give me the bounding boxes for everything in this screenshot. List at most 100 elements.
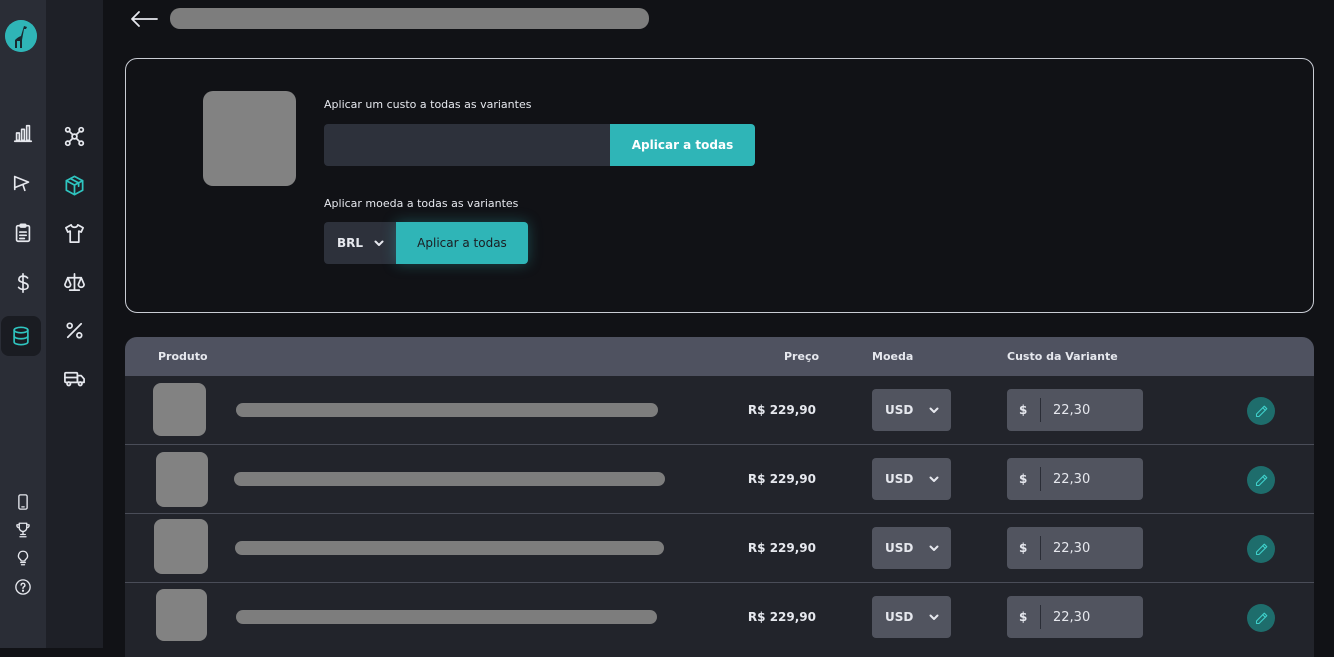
currency-symbol: $: [1019, 403, 1028, 417]
chevron-down-icon: [373, 237, 385, 249]
cost-label: Aplicar um custo a todas as variantes: [324, 98, 532, 111]
cost-divider: [1040, 467, 1041, 491]
table-row: R$ 229,90 USD $: [125, 445, 1314, 514]
rail-analytics[interactable]: [0, 115, 46, 151]
variant-currency-select[interactable]: USD: [872, 596, 951, 638]
chevron-down-icon: [928, 404, 940, 416]
package-icon: [65, 175, 84, 195]
rail-orders[interactable]: [0, 215, 46, 251]
subnav-taxes[interactable]: [46, 313, 103, 347]
variant-cost-input[interactable]: [1053, 470, 1135, 488]
variant-cost-field: $: [1007, 527, 1143, 569]
giraffe-logo-icon: [5, 20, 37, 52]
chevron-down-icon: [928, 542, 940, 554]
variant-image-placeholder: [156, 452, 208, 507]
variant-currency-select[interactable]: USD: [872, 389, 951, 431]
percent-icon: [66, 321, 83, 339]
subnav-pricing[interactable]: [46, 265, 103, 299]
variant-price: R$ 229,90: [747, 541, 816, 555]
cost-divider: [1040, 398, 1041, 422]
edit-variant-button[interactable]: [1247, 466, 1275, 494]
bulk-currency-select[interactable]: BRL: [324, 222, 396, 264]
rail-catalog[interactable]: [1, 316, 41, 356]
header-product: Produto: [158, 350, 208, 363]
clipboard-icon: [15, 223, 31, 243]
variant-cost-field: $: [1007, 596, 1143, 638]
variant-cost-input[interactable]: [1053, 539, 1135, 557]
subnav-integrations[interactable]: [46, 119, 103, 153]
variant-price: R$ 229,90: [747, 403, 816, 417]
bar-chart-icon: [13, 124, 33, 143]
rail-help[interactable]: [0, 569, 46, 605]
variant-name-placeholder: [236, 403, 658, 417]
subnav-products[interactable]: [46, 168, 103, 202]
brand-logo[interactable]: [5, 20, 37, 52]
product-image-placeholder: [203, 91, 296, 186]
help-icon: [15, 579, 31, 595]
variant-name-placeholder: [236, 610, 657, 624]
table-header: Produto Preço Moeda Custo da Variante: [125, 337, 1314, 376]
variant-cost-input[interactable]: [1053, 608, 1135, 626]
subnav-variants[interactable]: [46, 216, 103, 250]
bulk-cost-input[interactable]: [324, 124, 611, 166]
rail-finance[interactable]: [0, 265, 46, 301]
tshirt-icon: [65, 223, 84, 243]
database-icon: [13, 326, 29, 346]
cost-divider: [1040, 605, 1041, 629]
variant-currency-value: USD: [885, 541, 914, 555]
megaphone-icon: [13, 175, 30, 192]
catalog-subnav: [46, 0, 103, 648]
header-price: Preço: [784, 350, 820, 363]
variant-name-placeholder: [235, 541, 664, 555]
variant-image-placeholder: [156, 589, 207, 641]
variant-price: R$ 229,90: [747, 610, 816, 624]
variant-currency-value: USD: [885, 610, 914, 624]
back-button[interactable]: [129, 6, 161, 32]
chevron-down-icon: [928, 611, 940, 623]
pencil-icon: [1255, 543, 1267, 555]
variant-cost-input[interactable]: [1053, 401, 1135, 419]
lightbulb-icon: [17, 550, 29, 566]
variant-image-placeholder: [153, 383, 206, 436]
pencil-icon: [1255, 474, 1267, 486]
integrations-icon: [64, 126, 85, 146]
variant-cost-field: $: [1007, 458, 1143, 500]
variant-currency-value: USD: [885, 472, 914, 486]
variant-name-placeholder: [234, 472, 665, 486]
truck-icon: [64, 371, 85, 386]
smartphone-icon: [18, 494, 28, 510]
variant-cost-field: $: [1007, 389, 1143, 431]
chevron-down-icon: [928, 473, 940, 485]
header-currency: Moeda: [872, 350, 914, 363]
variant-currency-value: USD: [885, 403, 914, 417]
trophy-icon: [16, 522, 30, 538]
currency-symbol: $: [1019, 541, 1028, 555]
cost-divider: [1040, 536, 1041, 560]
rail-marketing[interactable]: [0, 165, 46, 201]
bulk-edit-panel: Aplicar um custo a todas as variantes Ap…: [125, 58, 1314, 313]
variant-image-placeholder: [154, 519, 208, 574]
dollar-icon: [17, 273, 29, 293]
variant-currency-select[interactable]: USD: [872, 527, 951, 569]
table-row: R$ 229,90 USD $: [125, 514, 1314, 583]
currency-symbol: $: [1019, 610, 1028, 624]
edit-variant-button[interactable]: [1247, 604, 1275, 632]
pencil-icon: [1255, 405, 1267, 417]
main-content: Aplicar um custo a todas as variantes Ap…: [103, 0, 1334, 657]
table-row: R$ 229,90 USD $: [125, 376, 1314, 445]
arrow-left-icon: [131, 11, 158, 27]
currency-symbol: $: [1019, 472, 1028, 486]
bulk-currency-value: BRL: [337, 236, 364, 250]
apply-currency-button[interactable]: Aplicar a todas: [396, 222, 528, 264]
edit-variant-button[interactable]: [1247, 397, 1275, 425]
variants-table: Produto Preço Moeda Custo da Variante R$…: [125, 337, 1314, 657]
currency-label: Aplicar moeda a todas as variantes: [324, 197, 519, 210]
edit-variant-button[interactable]: [1247, 535, 1275, 563]
main-rail: [0, 0, 46, 648]
table-row: R$ 229,90 USD $: [125, 583, 1314, 652]
apply-cost-button[interactable]: Aplicar a todas: [610, 124, 755, 166]
variant-price: R$ 229,90: [747, 472, 816, 486]
subnav-shipping[interactable]: [46, 361, 103, 395]
scale-icon: [64, 272, 85, 291]
variant-currency-select[interactable]: USD: [872, 458, 951, 500]
